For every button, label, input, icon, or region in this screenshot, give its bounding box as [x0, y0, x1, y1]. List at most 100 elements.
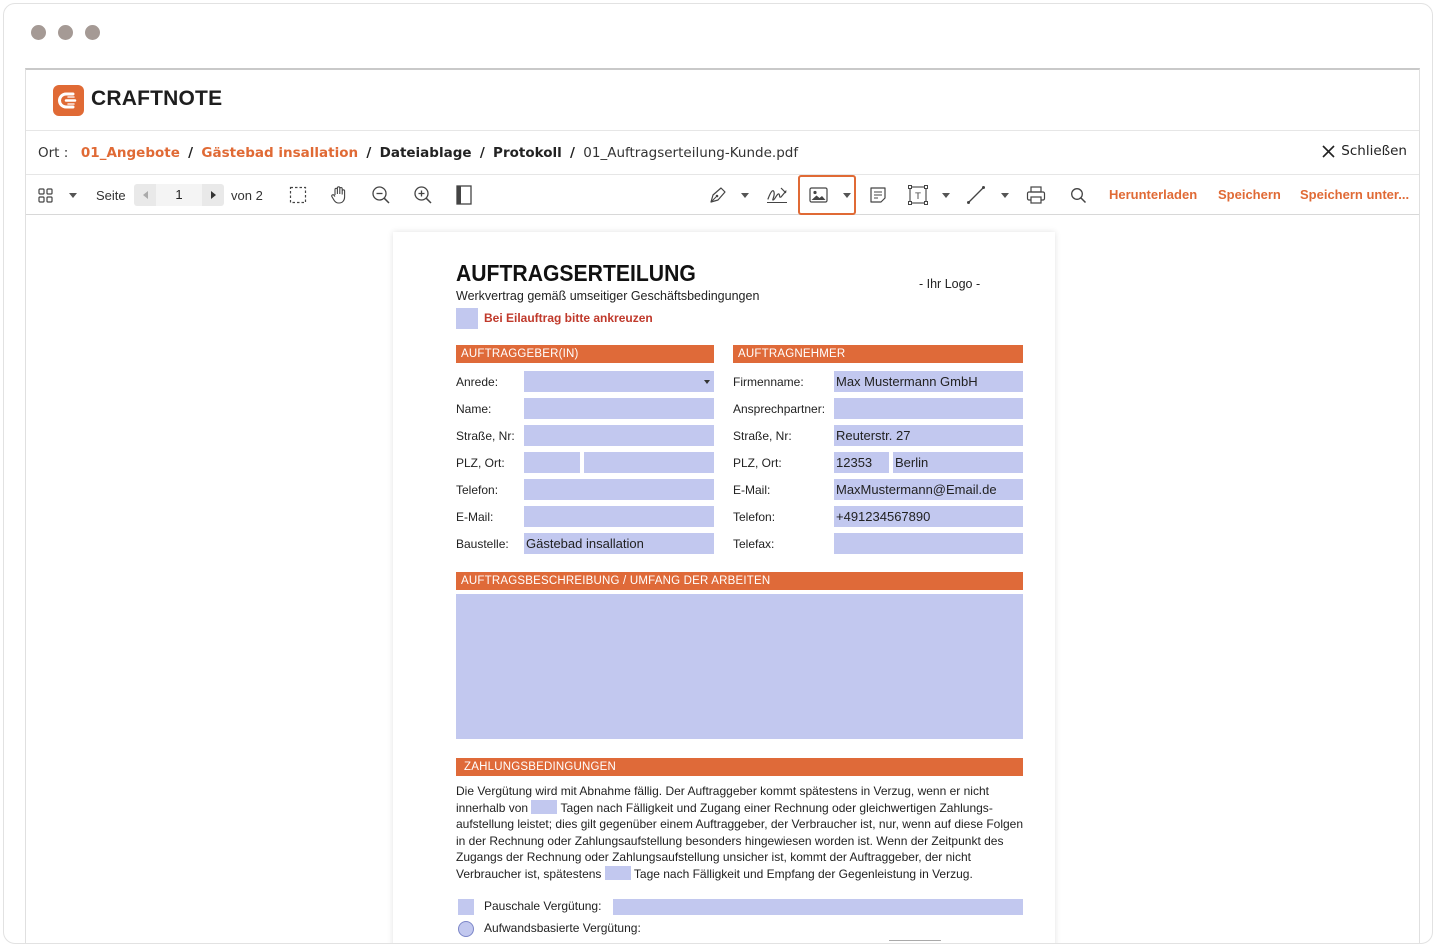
print-icon[interactable]: [1023, 175, 1049, 215]
page-number-input[interactable]: 1: [156, 184, 202, 206]
contractor-label-company: Firmenname:: [733, 375, 804, 389]
contractor-street-field[interactable]: Reuterstr. 27: [834, 425, 1023, 446]
flat-fee-field[interactable]: [613, 899, 1023, 915]
save-as-button[interactable]: Speichern unter...: [1300, 187, 1409, 202]
signature-icon[interactable]: [764, 175, 790, 215]
payment-terms-text: Die Vergütung wird mit Abnahme fällig. D…: [456, 784, 1024, 881]
breadcrumb-item-angebote[interactable]: 01_Angebote: [81, 145, 180, 161]
client-label-site: Baustelle:: [456, 537, 509, 551]
breadcrumb-label: Ort :: [38, 145, 69, 161]
window-dot-maximize[interactable]: [85, 25, 100, 40]
divider: [889, 940, 941, 941]
rush-order-label: Bei Eilauftrag bitte ankreuzen: [484, 311, 653, 325]
contractor-label-contact: Ansprechpartner:: [733, 402, 826, 416]
previous-page-button[interactable]: [134, 184, 156, 206]
close-button[interactable]: Schließen: [1322, 143, 1407, 159]
contractor-label-plz-ort: PLZ, Ort:: [733, 456, 782, 470]
search-icon[interactable]: [1066, 175, 1090, 215]
contractor-label-phone: Telefon:: [733, 510, 776, 524]
flat-fee-checkbox[interactable]: [458, 899, 474, 915]
client-email-field[interactable]: [524, 506, 714, 527]
close-label: Schließen: [1341, 143, 1407, 159]
contractor-company-field[interactable]: Max Mustermann GmbH: [834, 371, 1023, 392]
contractor-label-email: E-Mail:: [733, 483, 771, 497]
text-box-dropdown-icon[interactable]: [939, 175, 953, 215]
description-textarea[interactable]: [456, 594, 1023, 739]
client-label-plz-ort: PLZ, Ort:: [456, 456, 505, 470]
client-label-street: Straße, Nr:: [456, 429, 515, 443]
craftnote-logo-icon: [53, 85, 84, 116]
payment-late-days-field[interactable]: [604, 865, 631, 880]
select-area-icon[interactable]: [286, 175, 310, 215]
payment-section-heading: ZAHLUNGSBEDINGUNGEN: [456, 758, 1023, 776]
page-navigator: 1: [134, 184, 224, 206]
client-label-email: E-Mail:: [456, 510, 494, 524]
next-page-button[interactable]: [202, 184, 224, 206]
contractor-section-heading: AUFTRAGNEHMER: [733, 345, 1023, 363]
breadcrumb-separator: /: [570, 145, 575, 161]
effort-based-label: Aufwandsbasierte Vergütung:: [484, 921, 641, 935]
pan-hand-icon[interactable]: [326, 175, 352, 215]
effort-based-radio[interactable]: [458, 921, 474, 937]
thumbnails-icon[interactable]: [34, 175, 56, 215]
contractor-contact-field[interactable]: [834, 398, 1023, 419]
page-label: Seite: [96, 187, 126, 203]
contractor-label-fax: Telefax:: [733, 537, 775, 551]
thumbnails-dropdown-icon[interactable]: [66, 175, 80, 215]
window-dot-close[interactable]: [31, 25, 46, 40]
pdf-viewer[interactable]: AUFTRAGSERTEILUNG Werkvertrag gemäß umse…: [26, 216, 1419, 943]
breadcrumb-separator: /: [479, 145, 485, 161]
fit-page-icon[interactable]: [452, 175, 476, 215]
browser-window: CRAFTNOTE Ort : 01_Angebote / Gästebad i…: [3, 3, 1433, 944]
client-phone-field[interactable]: [524, 479, 714, 500]
breadcrumb-separator: /: [366, 145, 372, 161]
contractor-label-street: Straße, Nr:: [733, 429, 792, 443]
pen-icon[interactable]: [706, 175, 730, 215]
svg-text:T: T: [914, 192, 921, 202]
client-anrede-select[interactable]: [524, 371, 714, 392]
breadcrumb-separator: /: [188, 145, 194, 161]
client-ort-field[interactable]: [584, 452, 714, 473]
contractor-phone-field[interactable]: +491234567890: [834, 506, 1023, 527]
payment-days-field[interactable]: [531, 799, 558, 814]
contractor-ort-field[interactable]: Berlin: [893, 452, 1023, 473]
pdf-toolbar: Seite 1 von 2 T Herunterladen Speichern …: [26, 175, 1419, 215]
image-icon[interactable]: [806, 175, 830, 215]
rush-order-checkbox[interactable]: [456, 308, 478, 329]
line-icon[interactable]: [964, 175, 988, 215]
breadcrumb-item-protokoll[interactable]: Protokoll: [493, 145, 562, 161]
logo-text: CRAFTNOTE: [91, 87, 223, 110]
client-name-field[interactable]: [524, 398, 714, 419]
window-dot-minimize[interactable]: [58, 25, 73, 40]
client-label-phone: Telefon:: [456, 483, 499, 497]
document-title: AUFTRAGSERTEILUNG: [456, 260, 696, 286]
client-plz-field[interactable]: [524, 452, 580, 473]
note-icon[interactable]: [866, 175, 890, 215]
client-label-anrede: Anrede:: [456, 375, 499, 389]
app-frame: CRAFTNOTE Ort : 01_Angebote / Gästebad i…: [25, 68, 1420, 943]
save-button[interactable]: Speichern: [1218, 187, 1281, 202]
contractor-plz-field[interactable]: 12353: [834, 452, 889, 473]
client-street-field[interactable]: [524, 425, 714, 446]
image-dropdown-icon[interactable]: [840, 175, 854, 215]
pdf-page: AUFTRAGSERTEILUNG Werkvertrag gemäß umse…: [393, 232, 1055, 943]
line-dropdown-icon[interactable]: [998, 175, 1012, 215]
page-total: von 2: [231, 187, 263, 203]
breadcrumb-item-file: 01_Auftragserteilung-Kunde.pdf: [583, 145, 799, 161]
zoom-out-icon[interactable]: [368, 175, 394, 215]
pen-dropdown-icon[interactable]: [738, 175, 752, 215]
breadcrumb-item-dateiablage[interactable]: Dateiablage: [380, 145, 472, 161]
zoom-in-icon[interactable]: [410, 175, 436, 215]
client-site-field[interactable]: Gästebad insallation: [524, 533, 714, 554]
app-header: CRAFTNOTE: [26, 70, 1419, 131]
breadcrumb-item-project[interactable]: Gästebad insallation: [201, 145, 358, 161]
contractor-email-field[interactable]: MaxMustermann@Email.de: [834, 479, 1023, 500]
description-section-heading: AUFTRAGSBESCHREIBUNG / UMFANG DER ARBEIT…: [456, 572, 1023, 590]
text-box-icon[interactable]: T: [905, 175, 931, 215]
logo-placeholder: - Ihr Logo -: [919, 277, 981, 291]
download-button[interactable]: Herunterladen: [1109, 187, 1197, 202]
close-icon: [1322, 144, 1335, 158]
contractor-fax-field[interactable]: [834, 533, 1023, 554]
flat-fee-label: Pauschale Vergütung:: [484, 899, 602, 913]
document-subtitle: Werkvertrag gemäß umseitiger Geschäftsbe…: [456, 289, 760, 303]
